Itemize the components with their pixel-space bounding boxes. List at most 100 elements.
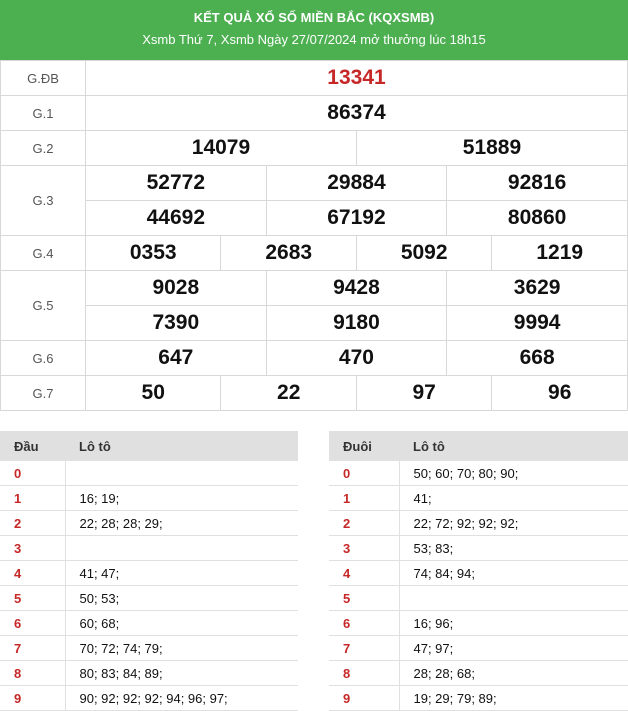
prize-number: 7390 (85, 305, 267, 341)
table-row: 1 16; 19; (0, 485, 298, 511)
table-row: 3 53; 83; (329, 535, 628, 561)
loto-values: 70; 72; 74; 79; (65, 635, 298, 661)
dau-table: Đầu Lô tô 0 1 16; 19; 2 22; 28; 28; 29; 3 … (0, 431, 298, 711)
dau-digit: 7 (0, 635, 66, 661)
prize-number: 51889 (355, 130, 628, 166)
prize-number: 9428 (265, 270, 448, 306)
prize-label: G.4 (0, 235, 86, 271)
prize-label: G.2 (0, 130, 86, 166)
loto-values (65, 461, 298, 486)
dau-digit: 8 (0, 660, 66, 686)
prize-row-g5: G.5 9028 9428 3629 (0, 270, 628, 341)
table-row: 4 41; 47; (0, 560, 298, 586)
duoi-digit: 5 (329, 585, 400, 611)
table-row: 6 60; 68; (0, 610, 298, 636)
loto-values: 53; 83; (399, 535, 628, 561)
loto-values: 19; 29; 79; 89; (399, 685, 628, 711)
loto-values: 16; 96; (399, 610, 628, 636)
prize-number: 1219 (491, 235, 628, 271)
duoi-digit: 2 (329, 510, 400, 536)
dau-digit: 2 (0, 510, 66, 536)
table-row: 5 50; 53; (0, 585, 298, 611)
table-row: 3 (0, 535, 298, 561)
prize-label: G.1 (0, 95, 86, 131)
dau-digit: 4 (0, 560, 66, 586)
dau-digit: 0 (0, 461, 66, 486)
prize-row-g7: G.7 50 22 97 96 (0, 375, 628, 411)
table-row: 1 41; (329, 485, 628, 511)
loto-values: 90; 92; 92; 92; 94; 96; 97; (65, 685, 298, 711)
prize-row-g1: G.1 86374 (0, 95, 628, 131)
prize-number: 0353 (84, 235, 222, 271)
prize-number: 14079 (85, 130, 357, 166)
loto-values: 16; 19; (65, 485, 298, 511)
prize-number: 52772 (85, 165, 267, 201)
prize-number: 80860 (446, 200, 628, 236)
duoi-digit: 8 (329, 660, 400, 686)
prize-number: 9028 (85, 270, 267, 306)
prize-number: 50 (84, 375, 222, 411)
table-row: 2 22; 28; 28; 29; (0, 510, 298, 536)
prize-label: G.6 (0, 340, 86, 376)
prize-label: G.3 (0, 165, 86, 236)
dau-digit: 9 (0, 685, 66, 711)
table-row: 8 28; 28; 68; (329, 660, 628, 686)
dau-digit: 6 (0, 610, 66, 636)
dau-digit: 1 (0, 485, 66, 511)
table-row: 9 90; 92; 92; 92; 94; 96; 97; (0, 685, 298, 711)
prize-number: 96 (491, 375, 628, 411)
table-row: 9 19; 29; 79; 89; (329, 685, 628, 711)
prize-number: 2683 (220, 235, 357, 271)
loto-values: 22; 72; 92; 92; 92; (399, 510, 628, 536)
prize-table: G.ĐB 13341 G.1 86374 G.2 14079 51889 G.3… (0, 60, 628, 411)
table-row: 6 16; 96; (329, 610, 628, 636)
special-prize-number: 13341 (85, 60, 628, 96)
prize-number: 3629 (446, 270, 628, 306)
table-row: 8 80; 83; 84; 89; (0, 660, 298, 686)
prize-number: 5092 (355, 235, 493, 271)
loto-col-header: Lô tô (65, 431, 298, 461)
duoi-digit: 1 (329, 485, 400, 511)
prize-number: 44692 (85, 200, 267, 236)
prize-label: G.5 (0, 270, 86, 341)
loto-values: 50; 53; (65, 585, 298, 611)
loto-values: 74; 84; 94; (399, 560, 628, 586)
table-row: 5 (329, 585, 628, 611)
loto-values: 41; (399, 485, 628, 511)
loto-values: 50; 60; 70; 80; 90; (399, 461, 628, 486)
table-row: 0 50; 60; 70; 80; 90; (329, 461, 628, 486)
duoi-table: Đuôi Lô tô 0 50; 60; 70; 80; 90; 1 41; 2 22… (329, 431, 628, 711)
prize-number: 67192 (265, 200, 448, 236)
results-header: KẾT QUẢ XỔ SỐ MIỀN BẮC (KQXSMB) Xsmb Thứ… (0, 0, 628, 60)
loto-values (65, 535, 298, 561)
prize-row-g3: G.3 52772 29884 92816 (0, 165, 628, 236)
prize-number: 29884 (265, 165, 448, 201)
loto-values: 22; 28; 28; 29; (65, 510, 298, 536)
prize-number: 9180 (265, 305, 448, 341)
prize-row-special: G.ĐB 13341 (0, 60, 628, 96)
duoi-col-header: Đuôi (329, 431, 399, 461)
duoi-digit: 9 (329, 685, 400, 711)
duoi-digit: 3 (329, 535, 400, 561)
duoi-digit: 0 (329, 461, 400, 486)
loto-values: 60; 68; (65, 610, 298, 636)
prize-number: 9994 (446, 305, 628, 341)
prize-label: G.ĐB (0, 60, 86, 96)
prize-row-g4: G.4 0353 2683 5092 1219 (0, 235, 628, 271)
results-subtitle: Xsmb Thứ 7, Xsmb Ngày 27/07/2024 mở thưở… (142, 32, 486, 47)
prize-number: 470 (265, 340, 448, 376)
prize-number: 668 (446, 340, 628, 376)
table-row: 0 (0, 461, 298, 486)
loto-values (399, 585, 628, 611)
prize-number: 92816 (446, 165, 628, 201)
prize-number: 22 (220, 375, 357, 411)
duoi-digit: 7 (329, 635, 400, 661)
table-row: 7 47; 97; (329, 635, 628, 661)
loto-values: 47; 97; (399, 635, 628, 661)
prize-number: 97 (355, 375, 493, 411)
prize-row-g5-b: 7390 9180 9994 (1, 305, 628, 341)
table-row: 2 22; 72; 92; 92; 92; (329, 510, 628, 536)
duoi-header-row: Đuôi Lô tô (329, 431, 628, 461)
results-title: KẾT QUẢ XỔ SỐ MIỀN BẮC (KQXSMB) (193, 10, 435, 25)
loto-values: 41; 47; (65, 560, 298, 586)
